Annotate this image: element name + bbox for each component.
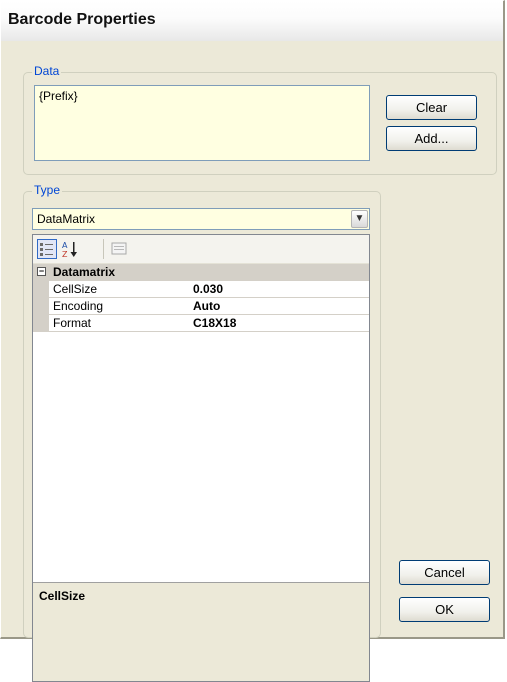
svg-text:Z: Z xyxy=(62,250,68,259)
barcode-properties-dialog: Barcode Properties Data {Prefix} Clear A… xyxy=(0,0,505,682)
help-title: CellSize xyxy=(39,589,86,603)
property-grid: A Z − Datamatrix CellSize 0.030 Encoding… xyxy=(32,234,370,682)
data-text-field[interactable]: {Prefix} xyxy=(34,85,370,161)
property-row-encoding[interactable]: Encoding Auto xyxy=(33,298,369,315)
cancel-button[interactable]: Cancel xyxy=(399,560,490,585)
property-pages-icon[interactable] xyxy=(109,239,129,259)
svg-text:A: A xyxy=(62,241,68,250)
clear-button[interactable]: Clear xyxy=(386,95,477,120)
property-name: CellSize xyxy=(49,281,192,298)
data-text-value: {Prefix} xyxy=(39,89,78,103)
property-name: Encoding xyxy=(49,298,192,315)
type-group: Type DataMatrix ▼ A Z − Datamatrix CellS… xyxy=(23,183,381,682)
categorized-view-icon[interactable] xyxy=(37,239,57,259)
property-value[interactable]: 0.030 xyxy=(189,281,369,298)
category-row[interactable]: − Datamatrix xyxy=(33,264,369,281)
property-value[interactable]: Auto xyxy=(189,298,369,315)
property-row-cellsize[interactable]: CellSize 0.030 xyxy=(33,281,369,298)
data-group-legend: Data xyxy=(32,64,62,78)
property-grid-rows: − Datamatrix CellSize 0.030 Encoding Aut… xyxy=(33,264,369,332)
property-row-format[interactable]: Format C18X18 xyxy=(33,315,369,332)
chevron-down-icon[interactable]: ▼ xyxy=(351,210,368,228)
type-combobox[interactable]: DataMatrix ▼ xyxy=(32,208,370,230)
dialog-body: Data {Prefix} Clear Add... Type DataMatr… xyxy=(1,41,503,682)
collapse-icon[interactable]: − xyxy=(37,267,46,276)
title-bar[interactable]: Barcode Properties xyxy=(1,1,503,41)
property-name: Format xyxy=(49,315,192,332)
category-label: Datamatrix xyxy=(53,265,116,279)
add-button[interactable]: Add... xyxy=(386,126,477,151)
toolbar-separator xyxy=(103,239,104,259)
window-title: Barcode Properties xyxy=(8,11,156,28)
type-selected-value: DataMatrix xyxy=(37,212,96,226)
property-value[interactable]: C18X18 xyxy=(189,315,369,332)
type-group-legend: Type xyxy=(32,183,63,197)
ok-button[interactable]: OK xyxy=(399,597,490,622)
property-help-panel: CellSize xyxy=(33,582,369,681)
sort-alphabetical-icon[interactable]: A Z xyxy=(61,239,81,259)
property-grid-toolbar: A Z xyxy=(33,235,369,264)
data-group: Data {Prefix} Clear Add... xyxy=(23,64,497,175)
